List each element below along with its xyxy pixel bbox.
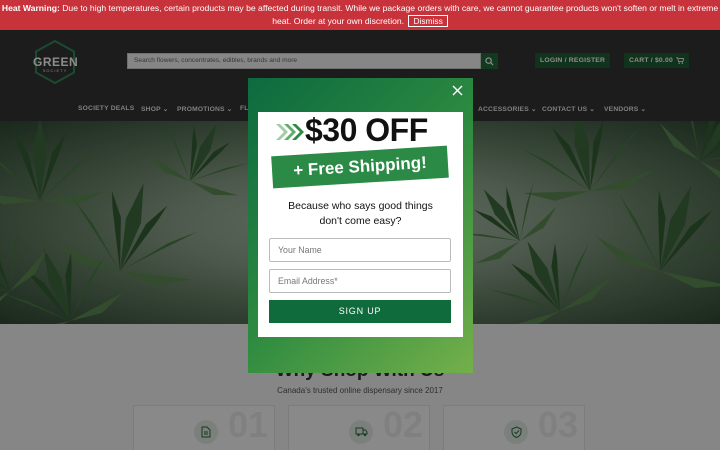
name-input[interactable]: Your Name bbox=[269, 238, 451, 262]
heat-warning-bar: Heat Warning: Due to high temperatures, … bbox=[0, 0, 720, 30]
chevron-arrows-icon bbox=[274, 121, 304, 143]
close-icon bbox=[452, 85, 463, 96]
tagline-line-2: don't come easy? bbox=[319, 215, 402, 227]
email-input[interactable]: Email Address* bbox=[269, 269, 451, 293]
warning-label: Heat Warning: bbox=[1, 3, 60, 13]
tagline-line-1: Because who says good things bbox=[288, 200, 433, 212]
warning-text: Due to high temperatures, certain produc… bbox=[62, 3, 719, 26]
discount-headline: $30 OFF bbox=[305, 112, 428, 148]
dismiss-button[interactable]: Dismiss bbox=[408, 14, 448, 27]
signup-button[interactable]: SIGN UP bbox=[269, 300, 451, 323]
close-popup-button[interactable] bbox=[451, 84, 464, 97]
popup-tagline: Because who says good things don't come … bbox=[258, 199, 463, 229]
